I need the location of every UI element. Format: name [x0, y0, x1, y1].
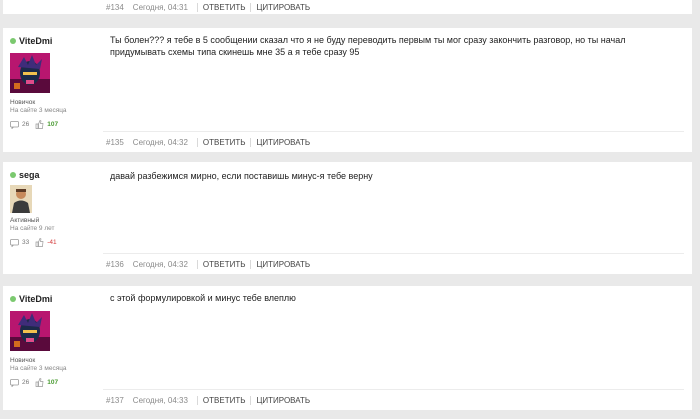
post-card-135: ViteDmi Новичок На сайте 3 месяца 26 107… [3, 28, 692, 152]
post-text: Ты болен??? я тебе в 5 сообщении сказал … [110, 35, 626, 57]
user-role: Новичок [10, 357, 36, 364]
online-status-icon [10, 172, 16, 178]
avatar[interactable] [10, 185, 32, 213]
post-date: Сегодня, 04:32 [132, 137, 188, 147]
speech-bubble-icon [10, 378, 19, 387]
post-number[interactable]: #135 [106, 138, 124, 147]
thumbs-icon [35, 378, 44, 387]
post-author: ViteDmi Новичок На сайте 3 месяца 26 107 [10, 294, 100, 387]
username[interactable]: ViteDmi [19, 294, 52, 304]
post-footer: #137 Сегодня, 04:33 ОТВЕТИТЬ ЦИТИРОВАТЬ [106, 390, 684, 410]
comments-count: 26 [22, 379, 30, 386]
quote-button[interactable]: ЦИТИРОВАТЬ [250, 395, 315, 405]
speech-bubble-icon [10, 238, 19, 247]
reply-button[interactable]: ОТВЕТИТЬ [196, 259, 251, 269]
reply-button[interactable]: ОТВЕТИТЬ [196, 395, 251, 405]
user-since: На сайте 3 месяца [10, 365, 67, 372]
thumbs-icon [35, 238, 44, 247]
post-author: sega Активный На сайте 9 лет 33 -41 [10, 170, 100, 247]
username[interactable]: ViteDmi [19, 36, 52, 46]
post-date: Сегодня, 04:31 [132, 2, 188, 12]
reputation-value: 107 [47, 379, 59, 386]
username[interactable]: sega [19, 170, 40, 180]
reply-button[interactable]: ОТВЕТИТЬ [196, 137, 251, 147]
user-stats: 26 107 [10, 378, 100, 387]
user-role: Новичок [10, 99, 36, 106]
post-text: давай разбежимся мирно, если поставишь м… [110, 171, 373, 181]
post-date: Сегодня, 04:33 [132, 395, 188, 405]
post-card-134: #134 Сегодня, 04:31 ОТВЕТИТЬ ЦИТИРОВАТЬ [3, 0, 692, 14]
reply-button[interactable]: ОТВЕТИТЬ [196, 2, 251, 12]
online-status-icon [10, 38, 16, 44]
post-text: с этой формулировкой и минус тебе влеплю [110, 293, 296, 303]
reputation-value: 107 [47, 121, 59, 128]
post-card-137: ViteDmi Новичок На сайте 3 месяца 26 107… [3, 286, 692, 410]
speech-bubble-icon [10, 120, 19, 129]
post-author: ViteDmi Новичок На сайте 3 месяца 26 107 [10, 36, 100, 129]
quote-button[interactable]: ЦИТИРОВАТЬ [250, 259, 315, 269]
user-since: На сайте 9 лет [10, 225, 55, 232]
user-role: Активный [10, 217, 40, 224]
user-since: На сайте 3 месяца [10, 107, 67, 114]
avatar[interactable] [10, 53, 50, 93]
online-status-icon [10, 296, 16, 302]
quote-button[interactable]: ЦИТИРОВАТЬ [250, 137, 315, 147]
avatar[interactable] [10, 311, 50, 351]
comments-count: 33 [22, 239, 30, 246]
post-footer: #136 Сегодня, 04:32 ОТВЕТИТЬ ЦИТИРОВАТЬ [106, 254, 684, 274]
post-footer: #134 Сегодня, 04:31 ОТВЕТИТЬ ЦИТИРОВАТЬ [106, 0, 684, 17]
reputation-value: -41 [47, 239, 57, 246]
thumbs-icon [35, 120, 44, 129]
post-date: Сегодня, 04:32 [132, 259, 188, 269]
user-stats: 26 107 [10, 120, 100, 129]
post-number[interactable]: #137 [106, 396, 124, 405]
comments-count: 26 [22, 121, 30, 128]
quote-button[interactable]: ЦИТИРОВАТЬ [250, 2, 315, 12]
post-number[interactable]: #134 [106, 3, 124, 12]
post-footer: #135 Сегодня, 04:32 ОТВЕТИТЬ ЦИТИРОВАТЬ [106, 132, 684, 152]
post-number[interactable]: #136 [106, 260, 124, 269]
user-stats: 33 -41 [10, 238, 100, 247]
post-card-136: sega Активный На сайте 9 лет 33 -41 дава… [3, 162, 692, 274]
